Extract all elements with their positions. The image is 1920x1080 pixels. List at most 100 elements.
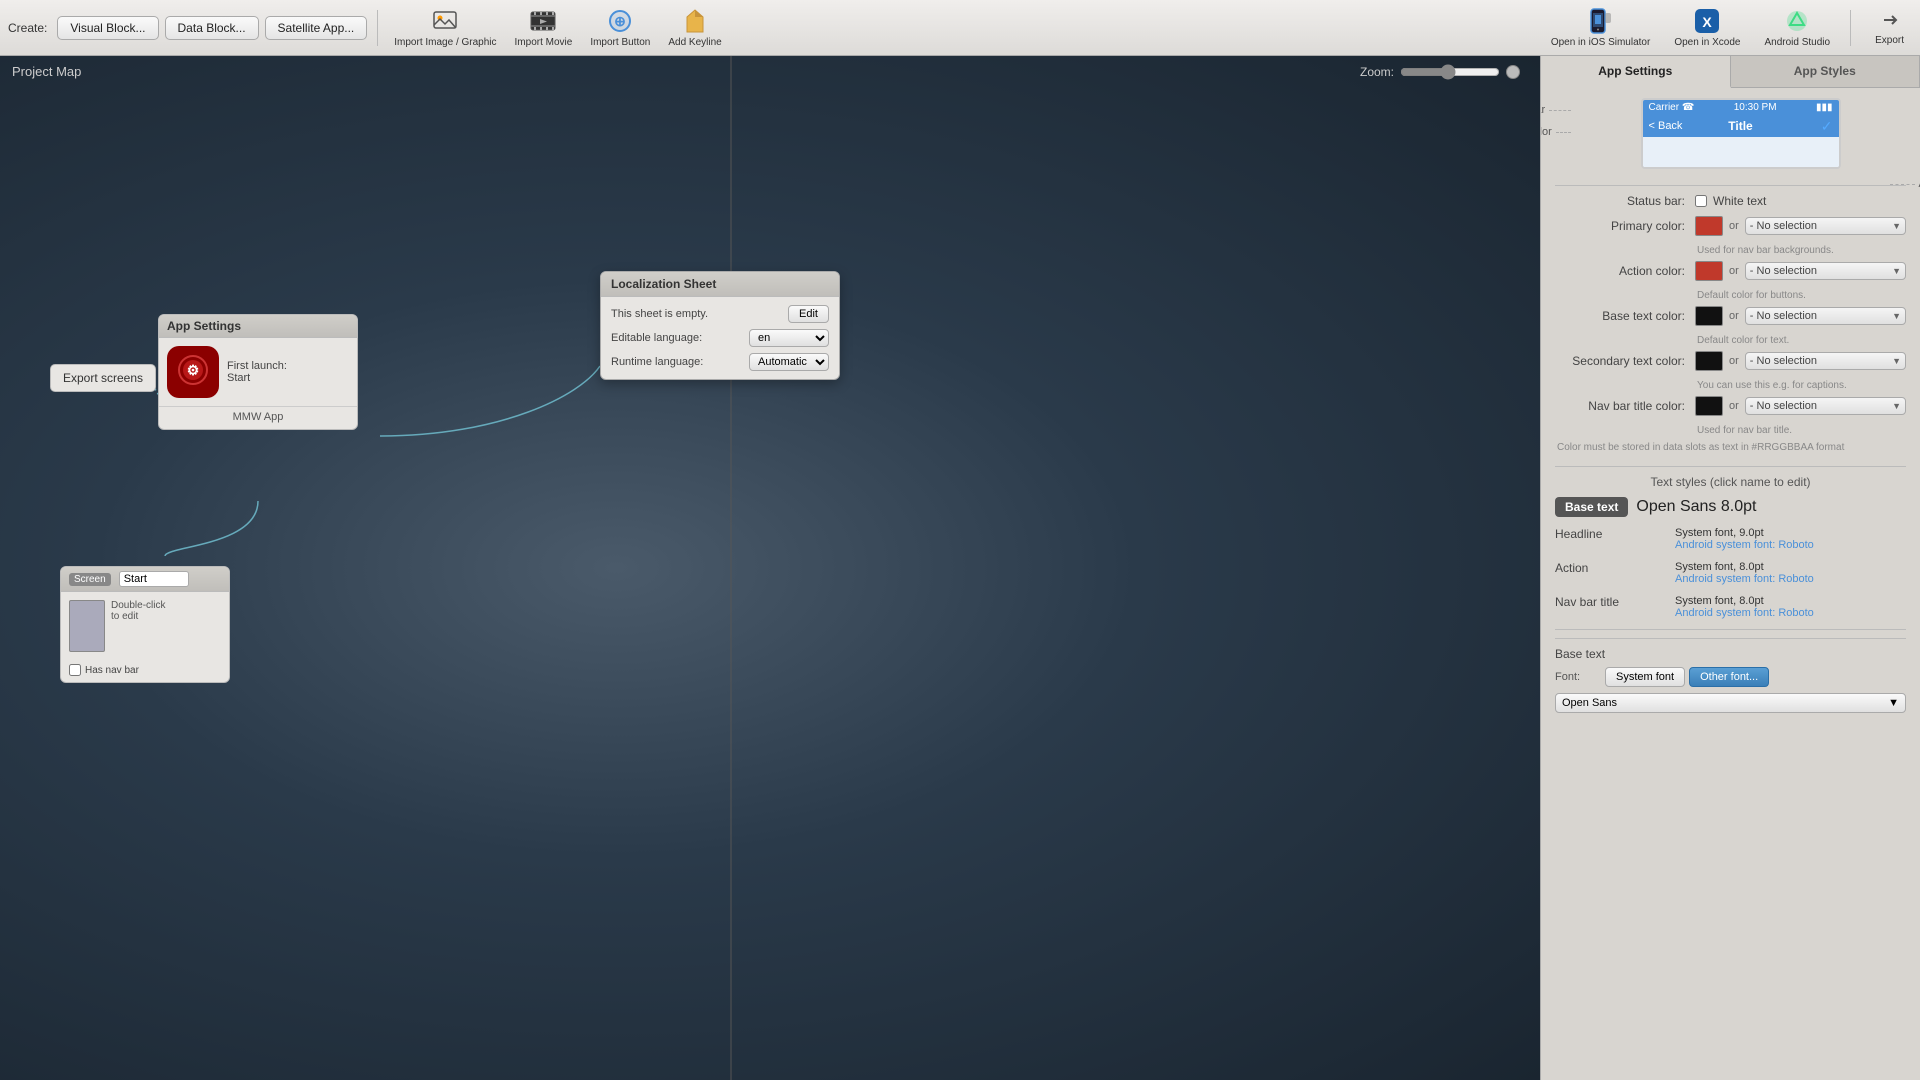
system-font-button[interactable]: System font <box>1605 667 1685 687</box>
nav-bar-title-color-label: Nav bar title color: <box>1555 399 1695 413</box>
white-text-checkbox[interactable] <box>1695 195 1707 207</box>
primary-color-select[interactable]: - No selection ▼ <box>1745 217 1906 235</box>
nav-bar-title-android: Android system font: Roboto <box>1675 607 1906 619</box>
right-panel-tabs: App Settings App Styles <box>1541 56 1920 88</box>
nav-bar-title-color-dropdown-label: - No selection <box>1750 400 1817 412</box>
android-studio-button[interactable]: Android Studio <box>1756 5 1838 50</box>
screen-node[interactable]: Screen Double-clickto edit Has nav bar <box>60 566 230 683</box>
app-settings-node-title: App Settings <box>159 315 357 338</box>
nav-bar-title-color-content: or - No selection ▼ <box>1695 396 1906 416</box>
app-settings-node[interactable]: App Settings ⚙ First launch: Start <box>158 314 358 430</box>
toolbar-right: Open in iOS Simulator X Open in Xcode An… <box>1543 5 1912 50</box>
export-button[interactable]: Export <box>1867 8 1912 48</box>
svg-text:X: X <box>1703 14 1713 30</box>
status-bar-setting-content: White text <box>1695 194 1906 208</box>
font-row: Font: System font Other font... <box>1555 667 1906 687</box>
import-button-button[interactable]: ⊕ Import Button <box>584 5 656 50</box>
secondary-text-color-label: Secondary text color: <box>1555 354 1695 368</box>
secondary-text-color-dropdown-label: - No selection <box>1750 355 1817 367</box>
action-color-label: Action color: <box>1555 264 1695 278</box>
headline-style-label[interactable]: Headline <box>1555 527 1675 541</box>
screen-footer: Has nav bar <box>61 660 229 682</box>
primary-color-pointer-label: Primary color <box>1541 126 1552 138</box>
export-screens-node[interactable]: Export screens <box>50 364 156 392</box>
editable-language-select[interactable]: en <box>749 329 829 347</box>
import-movie-label: Import Movie <box>515 37 573 48</box>
other-font-button[interactable]: Other font... <box>1689 667 1769 687</box>
phone-frame: Carrier ☎ 10:30 PM ▮▮▮ < Back Title ✓ <box>1641 98 1841 169</box>
secondary-text-color-content: or - No selection ▼ <box>1695 351 1906 371</box>
primary-color-swatch[interactable] <box>1695 216 1723 236</box>
action-color-swatch[interactable] <box>1695 261 1723 281</box>
base-text-style-button[interactable]: Base text <box>1555 497 1628 517</box>
base-text-color-content: or - No selection ▼ <box>1695 306 1906 326</box>
section-divider-2 <box>1555 466 1906 467</box>
add-keyline-label: Add Keyline <box>668 37 721 48</box>
editable-language-row: Editable language: en <box>611 329 829 347</box>
visual-block-button[interactable]: Visual Block... <box>57 16 158 40</box>
zoom-bar: Zoom: <box>1360 64 1520 80</box>
nav-bar-title-style-label[interactable]: Nav bar title <box>1555 595 1675 609</box>
project-map[interactable]: Project Map Zoom: Export screens App Set… <box>0 56 1540 1080</box>
secondary-text-color-swatch[interactable] <box>1695 351 1723 371</box>
localization-dialog-body: This sheet is empty. Edit Editable langu… <box>601 297 839 379</box>
font-select[interactable]: Open Sans ▼ <box>1555 693 1906 713</box>
screen-name-input[interactable] <box>119 571 189 587</box>
nav-bar-title-color-select[interactable]: - No selection ▼ <box>1745 397 1906 415</box>
svg-text:⚙: ⚙ <box>187 362 200 378</box>
phone-status-bar: Carrier ☎ 10:30 PM ▮▮▮ <box>1643 100 1839 115</box>
data-block-button[interactable]: Data Block... <box>165 16 259 40</box>
phone-preview: Carrier ☎ 10:30 PM ▮▮▮ < Back Title ✓ <box>1641 98 1841 169</box>
runtime-language-select[interactable]: Automatic <box>749 353 829 371</box>
phone-nav-bar: < Back Title ✓ <box>1643 115 1839 137</box>
tab-app-settings[interactable]: App Settings <box>1541 56 1731 88</box>
phone-title: Title <box>1728 119 1752 133</box>
satellite-app-button[interactable]: Satellite App... <box>265 16 368 40</box>
action-color-hint: Default color for buttons. <box>1557 289 1906 306</box>
localization-empty-row: This sheet is empty. Edit <box>611 305 829 323</box>
section-divider-3 <box>1555 629 1906 630</box>
localization-edit-button[interactable]: Edit <box>788 305 829 323</box>
base-text-color-swatch[interactable] <box>1695 306 1723 326</box>
action-style-label[interactable]: Action <box>1555 561 1675 575</box>
nav-bar-title-color-swatch[interactable] <box>1695 396 1723 416</box>
primary-color-dash <box>1556 132 1571 133</box>
open-ios-simulator-button[interactable]: Open in iOS Simulator <box>1543 5 1659 50</box>
screen-badge: Screen <box>69 573 111 586</box>
tab-app-styles[interactable]: App Styles <box>1731 56 1920 87</box>
primary-color-arrow: ▼ <box>1892 221 1901 231</box>
action-color-or: or <box>1729 265 1739 277</box>
nav-bar-title-hint2: Color must be stored in data slots as te… <box>1557 441 1908 458</box>
has-nav-bar-checkbox[interactable] <box>69 664 81 676</box>
import-image-icon <box>431 7 459 35</box>
secondary-text-color-select[interactable]: - No selection ▼ <box>1745 352 1906 370</box>
add-keyline-icon <box>681 7 709 35</box>
sheet-empty-label: This sheet is empty. <box>611 308 708 320</box>
phone-time: 10:30 PM <box>1734 102 1777 113</box>
primary-color-content: or - No selection ▼ <box>1695 216 1906 236</box>
action-color-select[interactable]: - No selection ▼ <box>1745 262 1906 280</box>
localization-dialog[interactable]: Localization Sheet This sheet is empty. … <box>600 271 840 380</box>
import-button-label: Import Button <box>590 37 650 48</box>
app-icon: ⚙ <box>167 346 219 398</box>
secondary-text-color-arrow: ▼ <box>1892 356 1901 366</box>
base-text-section-title: Base text <box>1555 647 1906 661</box>
white-text-toggle: White text <box>1695 194 1766 208</box>
right-panel: App Settings App Styles Status bar Prima… <box>1540 56 1920 1080</box>
add-keyline-button[interactable]: Add Keyline <box>662 5 727 50</box>
headline-android: Android system font: Roboto <box>1675 539 1906 551</box>
headline-style-row: Headline System font, 9.0pt Android syst… <box>1555 527 1906 551</box>
import-image-button[interactable]: Import Image / Graphic <box>388 5 502 50</box>
toolbar-separator-2 <box>1850 10 1851 46</box>
import-movie-button[interactable]: Import Movie <box>509 5 579 50</box>
open-xcode-button[interactable]: X Open in Xcode <box>1666 5 1748 50</box>
primary-color-hint: Used for nav bar backgrounds. <box>1557 244 1906 261</box>
runtime-language-label: Runtime language: <box>611 356 703 368</box>
base-text-color-arrow: ▼ <box>1892 311 1901 321</box>
canvas-divider <box>730 56 732 1080</box>
nav-bar-title-color-or: or <box>1729 400 1739 412</box>
zoom-indicator <box>1506 65 1520 79</box>
zoom-slider[interactable] <box>1400 64 1500 80</box>
base-text-color-select[interactable]: - No selection ▼ <box>1745 307 1906 325</box>
create-label: Create: <box>8 21 47 35</box>
